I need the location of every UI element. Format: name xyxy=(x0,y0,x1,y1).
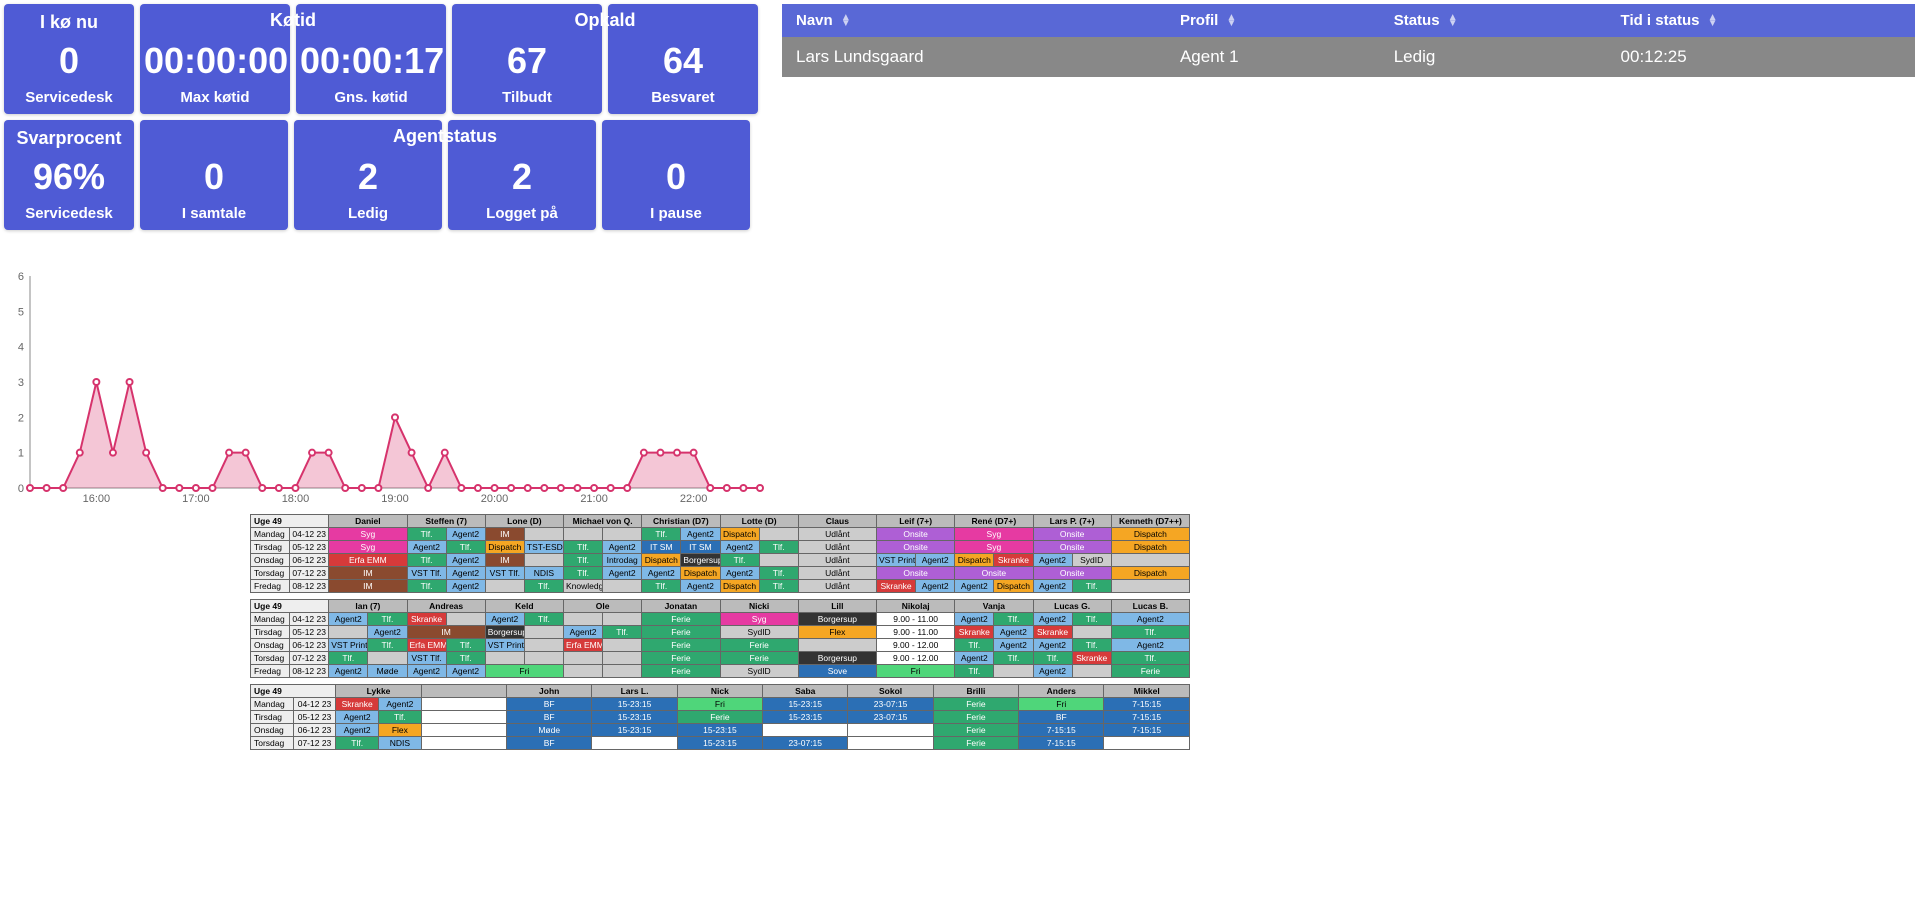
schedule-row: Tirsdag05-12 23Agent2IMBorgersupAgent2Tl… xyxy=(251,626,1190,639)
schedule-row: Mandag04-12 23Agent2Tlf.SkrankeAgent2Tlf… xyxy=(251,613,1190,626)
schedule-row: Torsdag07-12 23Tlf.VST Tlf.Tlf.FerieFeri… xyxy=(251,652,1190,665)
svg-text:3: 3 xyxy=(18,377,24,389)
kpi-card: Svarprocent96%Servicedesk xyxy=(4,120,134,230)
kpi-card: I kø nu0Servicedesk xyxy=(4,4,134,114)
table-header[interactable]: Navn ▲▼ xyxy=(782,4,1166,37)
svg-text:4: 4 xyxy=(18,342,24,354)
svg-text:0: 0 xyxy=(18,483,24,495)
schedule-row: Onsdag06-12 23Erfa EMMTlf.Agent2IMTlf.In… xyxy=(251,554,1190,567)
agent-panel: Navn ▲▼Profil ▲▼Status ▲▼Tid i status ▲▼… xyxy=(782,4,1915,236)
svg-text:20:00: 20:00 xyxy=(481,493,509,505)
kpi-card: Agentstatus2Ledig xyxy=(294,120,442,230)
schedule-table: Uge 49DanielSteffen (7)Lone (D)Michael v… xyxy=(250,514,1190,593)
table-row[interactable]: Lars LundsgaardAgent 1Ledig00:12:25 xyxy=(782,37,1915,77)
svg-text:18:00: 18:00 xyxy=(282,493,310,505)
queue-chart: 0 1 2 3 4 5 6 16:00 17:00 18:00 19:00 20:00 21:00 22:… xyxy=(6,270,766,510)
kpi-cards: I kø nu0ServicedeskKøtid00:00:00Max køti… xyxy=(4,4,774,236)
schedule-table: Uge 49Ian (7)AndreasKeldOleJonatanNickiL… xyxy=(250,599,1190,678)
svg-text:19:00: 19:00 xyxy=(381,493,409,505)
svg-text:6: 6 xyxy=(18,271,24,283)
svg-text:1: 1 xyxy=(18,448,24,460)
schedule-row: Tirsdag05-12 23SygAgent2Tlf.DispatchTST-… xyxy=(251,541,1190,554)
svg-text:16:00: 16:00 xyxy=(83,493,111,505)
table-header[interactable]: Tid i status ▲▼ xyxy=(1607,4,1915,37)
sort-icon: ▲▼ xyxy=(1708,15,1718,27)
sort-icon: ▲▼ xyxy=(841,15,851,27)
table-header[interactable]: Profil ▲▼ xyxy=(1166,4,1380,37)
agent-table: Navn ▲▼Profil ▲▼Status ▲▼Tid i status ▲▼… xyxy=(782,4,1915,77)
schedule-row: Torsdag07-12 23Tlf.NDISBF15-23:1523-07:1… xyxy=(251,737,1190,750)
kpi-card: 00:00:17Gns. køtid xyxy=(296,4,446,114)
schedule-row: Torsdag07-12 23IMVST Tlf.Agent2VST Tlf.N… xyxy=(251,567,1190,580)
svg-text:22:00: 22:00 xyxy=(680,493,708,505)
table-header[interactable]: Status ▲▼ xyxy=(1380,4,1607,37)
kpi-card: 0I samtale xyxy=(140,120,288,230)
kpi-card: 64Besvaret xyxy=(608,4,758,114)
kpi-card: Opkald67Tilbudt xyxy=(452,4,602,114)
schedule-row: Fredag08-12 23Agent2MødeAgent2Agent2FriF… xyxy=(251,665,1190,678)
kpi-card: 0I pause xyxy=(602,120,750,230)
svg-text:21:00: 21:00 xyxy=(580,493,608,505)
schedule-row: Mandag04-12 23SygTlf.Agent2IMTlf.Agent2D… xyxy=(251,528,1190,541)
schedule-table: Uge 49LykkeJohnLars L.NickSabaSokolBrill… xyxy=(250,684,1190,750)
sort-icon: ▲▼ xyxy=(1226,15,1236,27)
svg-text:5: 5 xyxy=(18,306,24,318)
kpi-card: 2Logget på xyxy=(448,120,596,230)
svg-text:2: 2 xyxy=(18,412,24,424)
schedule-row: Onsdag06-12 23Agent2FlexMøde15-23:1515-2… xyxy=(251,724,1190,737)
schedule-row: Fredag08-12 23IMTlf.Agent2Tlf.KnowledgeT… xyxy=(251,580,1190,593)
schedule-row: Mandag04-12 23SkrankeAgent2BF15-23:15Fri… xyxy=(251,698,1190,711)
schedule-row: Tirsdag05-12 23Agent2Tlf.BF15-23:15Ferie… xyxy=(251,711,1190,724)
schedule-row: Onsdag06-12 23VST PrintTlf.Erfa EMMTlf.V… xyxy=(251,639,1190,652)
kpi-card: Køtid00:00:00Max køtid xyxy=(140,4,290,114)
sort-icon: ▲▼ xyxy=(1448,15,1458,27)
svg-text:17:00: 17:00 xyxy=(182,493,210,505)
schedule: Uge 49DanielSteffen (7)Lone (D)Michael v… xyxy=(250,514,1190,750)
